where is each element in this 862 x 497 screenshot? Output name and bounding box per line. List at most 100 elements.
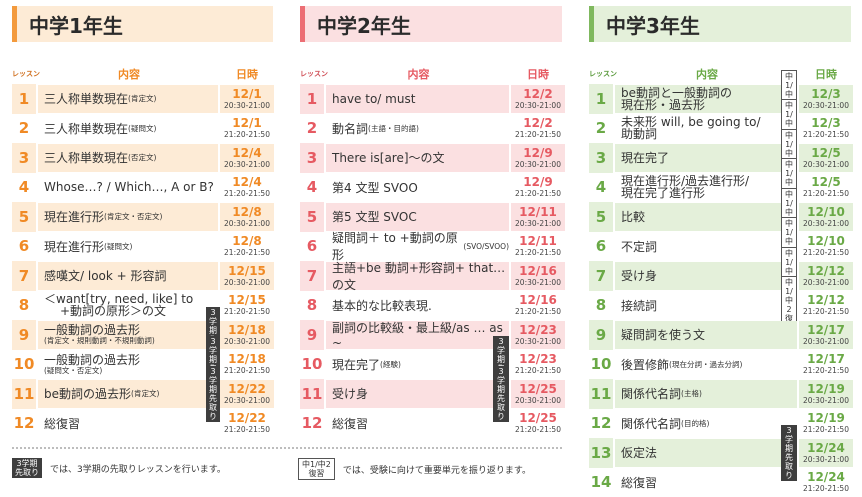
lesson-row: 7受け身中1/中2復習12/1220:30-21:00 [589, 246, 853, 305]
lesson-date: 12/11 [519, 204, 557, 219]
lesson-row: 2 動名詞 (主語・目的語) 12/2 21:20-21:50 [300, 114, 562, 144]
lesson-title: 第5 文型 SVOC [332, 210, 417, 225]
lesson-number: 14 [590, 473, 612, 492]
lesson-header: レッスン [589, 70, 617, 78]
lesson-date: 12/22 [228, 411, 266, 426]
lesson-time: 20:30-21:00 [803, 277, 849, 287]
lesson-row: 1be動詞と一般動詞の現在形・過去形中1/中2復習12/320:30-21:00 [589, 69, 853, 128]
lesson-content: 仮定法 3学期 先取り [615, 424, 797, 481]
lesson-title: 現在進行形 [44, 210, 105, 225]
lesson-content: 比較中1/中2復習 [615, 187, 797, 246]
lesson-date: 12/25 [519, 411, 557, 426]
lesson-number: 7 [300, 261, 324, 291]
lesson-number: 10 [590, 355, 612, 374]
lesson-number: 4 [18, 178, 30, 197]
lesson-subnote: (肯定文・規則動詞・不規則動詞) [44, 336, 155, 346]
lesson-datetime: 12/5 20:30-21:00 [799, 144, 853, 172]
lesson-time: 21:20-21:50 [803, 307, 849, 317]
lesson-content: 主語+be 動詞+形容詞+ that…の文 [326, 260, 509, 292]
lesson-time: 20:30-21:00 [515, 159, 561, 169]
lesson-datetime: 12/3 20:30-21:00 [799, 85, 853, 113]
lesson-content: 疑問詞＋ to +動詞の原形 (SVO/SVOO) [326, 231, 509, 262]
lesson-number: 7 [589, 261, 613, 291]
legend-review: 中1/中2 復習 では、受験に向けて重要単元を振り返ります。 [298, 458, 531, 480]
lesson-date: 12/23 [519, 322, 557, 337]
lesson-datetime: 12/15 21:20-21:50 [220, 292, 274, 320]
lesson-title: Whose…? / Which…, A or B? [44, 180, 214, 195]
lesson-title: 仮定法 [621, 446, 658, 461]
lesson-row: 4 第4 文型 SVOO 12/9 21:20-21:50 [300, 173, 562, 203]
lesson-title: 主語+be 動詞+形容詞+ that…の文 [332, 260, 506, 292]
lesson-number: 6 [595, 237, 607, 256]
lesson-row: 11 関係代名詞 (主格) 12/19 20:30-21:00 [589, 379, 853, 409]
lesson-content: 関係代名詞 (目的格) [615, 410, 797, 438]
lesson-content: 基本的な比較表現. [326, 292, 509, 320]
lesson-title: 現在進行形 [44, 239, 105, 254]
lesson-content: 受け身中1/中2復習 [615, 246, 797, 305]
lesson-content: 現在進行形 (肯定文・否定文) [38, 203, 218, 231]
lesson-number: 6 [18, 237, 30, 256]
lesson-time: 20:30-21:00 [803, 336, 849, 346]
date-header: 日時 [527, 68, 549, 81]
lesson-date: 12/9 [523, 175, 553, 190]
lesson-number: 8 [18, 296, 30, 315]
lesson-row: 6 疑問詞＋ to +動詞の原形 (SVO/SVOO) 12/11 21:20-21:5… [300, 231, 562, 262]
lesson-row: 4現在進行形/過去進行形/現在完了進行形中1/中2復習12/521:20-21:… [589, 158, 851, 217]
lesson-title: 三人称単数現在 [44, 121, 129, 136]
lesson-note: (肯定文) [128, 94, 157, 104]
lesson-row: 13 仮定法 3学期 先取り 12/24 20:30-21:00 [589, 424, 853, 481]
lesson-date: 12/12 [807, 263, 845, 278]
lesson-time: 21:20-21:50 [803, 248, 849, 258]
lesson-title: 受け身 [621, 269, 658, 284]
lesson-title: 総復習 [332, 416, 369, 431]
lesson-date: 12/17 [807, 352, 845, 367]
lesson-date: 12/25 [519, 381, 557, 396]
grade1-column: 中学1年生 レッスン 内容 日時 1 三人称単数現在 (肯定文) 12/1 20:30-… [12, 6, 274, 438]
lesson-title: 三人称単数現在 [44, 151, 129, 166]
lesson-content: 副詞の比較級・最上級/as … as ~ [326, 321, 509, 350]
lesson-row: 8 ＜want[try, need, like] to +動詞の原形＞の文 12/15… [12, 291, 273, 321]
lesson-time: 20:30-21:00 [515, 218, 561, 228]
lesson-title: 不定詞 [621, 239, 658, 254]
lesson-datetime: 12/15 20:30-21:00 [220, 262, 274, 290]
lesson-time: 20:30-21:00 [224, 218, 270, 228]
lesson-content: 関係代名詞 (主格) [615, 380, 797, 408]
lesson-date: 12/15 [228, 293, 266, 308]
lesson-note: (肯定文・否定文) [104, 212, 163, 222]
grade2-table-header: レッスン 内容 日時 [300, 54, 562, 84]
lesson-number: 8 [595, 296, 607, 315]
lesson-number: 12 [13, 414, 35, 433]
lesson-time: 20:30-21:00 [803, 454, 849, 464]
content-header: 内容 [118, 68, 140, 81]
lesson-title: 疑問詞を使う文 [621, 328, 706, 343]
lesson-subnote: (疑問文・否定文) [44, 365, 103, 375]
lesson-time: 21:20-21:50 [224, 130, 270, 140]
lesson-row: 3 三人称単数現在 (否定文) 12/4 20:30-21:00 [12, 143, 274, 173]
lesson-row: 12 関係代名詞 (目的格) 12/19 21:20-21:50 [589, 409, 851, 439]
lesson-number: 10 [301, 355, 323, 374]
lesson-date: 12/17 [807, 322, 845, 337]
lesson-note: (SVO/SVOO) [463, 241, 509, 251]
lesson-title: 受け身 [332, 387, 369, 402]
lesson-number: 8 [306, 296, 318, 315]
lesson-content: 感嘆文/ look + 形容詞 [38, 262, 218, 290]
lesson-note: (否定文) [128, 153, 157, 163]
lesson-content: 第5 文型 SVOC [326, 203, 509, 231]
lesson-row: 4 Whose…? / Which…, A or B? 12/4 21:20-21:5… [12, 173, 273, 203]
lesson-datetime: 12/25 20:30-21:00 [511, 380, 565, 408]
lesson-content: 三人称単数現在 (否定文) [38, 144, 218, 172]
lesson-title: 第4 文型 SVOO [332, 180, 418, 195]
lesson-datetime: 12/12 20:30-21:00 [799, 262, 853, 290]
lesson-time: 21:20-21:50 [803, 484, 849, 494]
lesson-title-line2: 現在完了進行形 [621, 186, 706, 201]
lesson-date: 12/18 [228, 352, 266, 367]
lesson-title: 総復習 [44, 416, 81, 431]
lesson-content: Whose…? / Which…, A or B? [38, 174, 218, 202]
lesson-number: 11 [589, 379, 613, 409]
lesson-title: be動詞と一般動詞の [621, 85, 733, 100]
lesson-number: 4 [306, 178, 318, 197]
lesson-content: 三人称単数現在 (疑問文) [38, 115, 218, 143]
lesson-number: 12 [590, 414, 612, 433]
lesson-date: 12/3 [811, 86, 841, 101]
lesson-number: 12 [301, 414, 323, 433]
